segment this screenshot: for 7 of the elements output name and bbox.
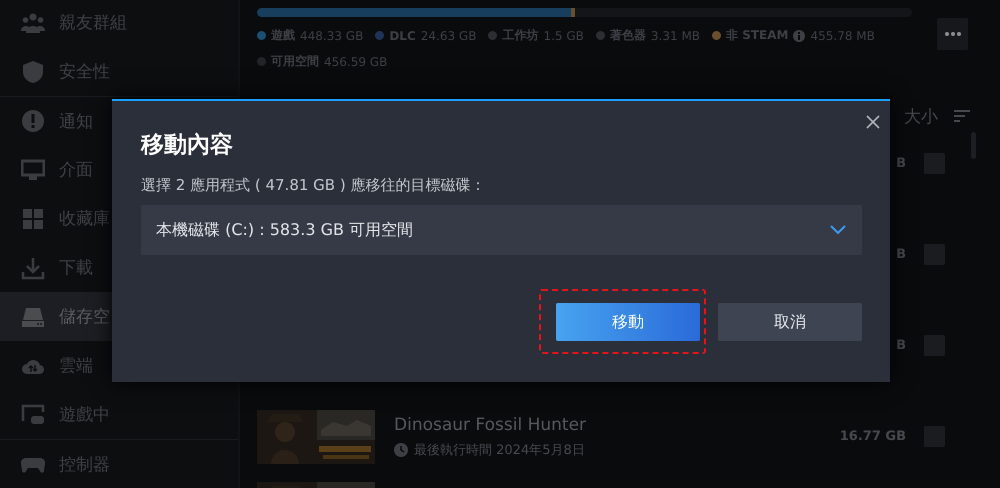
size-text: 16.77 GB bbox=[840, 429, 906, 444]
dialog-title: 移動內容 bbox=[141, 131, 233, 160]
dialog-message: 選擇 2 應用程式 ( 47.81 GB ) 應移往的目標磁碟： bbox=[141, 176, 486, 195]
size-text: B bbox=[896, 156, 906, 171]
last-played-text: 最後執行時間 2024年5月8日 bbox=[414, 442, 585, 458]
size-text: B bbox=[896, 247, 906, 262]
size-text: B bbox=[896, 338, 906, 353]
